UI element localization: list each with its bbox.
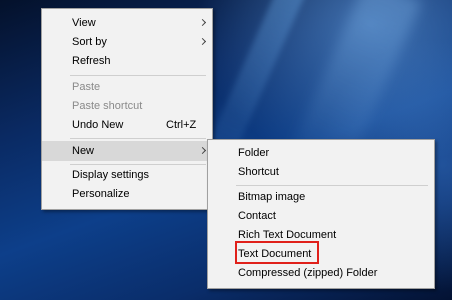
submenu-item-label: Folder — [238, 147, 270, 159]
submenu-item-bitmap-image[interactable]: Bitmap image — [208, 188, 434, 207]
desktop-context-menu: View Sort by Refresh Paste Paste shortcu… — [41, 8, 213, 210]
menu-item-paste-shortcut: Paste shortcut — [42, 97, 212, 116]
menu-item-label: Paste — [72, 81, 101, 93]
menu-item-sort-by[interactable]: Sort by — [42, 33, 212, 52]
menu-item-label: Paste shortcut — [72, 100, 143, 112]
menu-item-undo-new[interactable]: Undo New Ctrl+Z — [42, 116, 212, 135]
menu-item-refresh[interactable]: Refresh — [42, 52, 212, 71]
menu-item-view[interactable]: View — [42, 14, 212, 33]
menu-item-label: Display settings — [72, 169, 150, 181]
menu-item-label: New — [72, 145, 95, 157]
new-submenu: Folder Shortcut Bitmap image Contact Ric… — [207, 139, 435, 289]
menu-item-label: Undo New — [72, 119, 124, 131]
menu-item-label: Personalize — [72, 188, 130, 200]
menu-separator — [70, 164, 206, 165]
submenu-item-shortcut[interactable]: Shortcut — [208, 163, 434, 182]
menu-item-label: Sort by — [72, 36, 107, 48]
submenu-item-contact[interactable]: Contact — [208, 207, 434, 226]
menu-item-paste: Paste — [42, 78, 212, 97]
menu-item-label: Refresh — [72, 55, 111, 67]
submenu-item-folder[interactable]: Folder — [208, 144, 434, 163]
text-document-highlight-box — [235, 241, 319, 264]
submenu-item-label: Contact — [238, 210, 276, 222]
submenu-item-label: Bitmap image — [238, 191, 306, 203]
menu-item-new[interactable]: New — [42, 141, 212, 161]
menu-separator — [70, 75, 206, 76]
submenu-item-label: Shortcut — [238, 166, 279, 178]
chevron-right-icon — [198, 18, 207, 27]
submenu-item-label: Compressed (zipped) Folder — [238, 267, 378, 279]
menu-separator — [70, 138, 206, 139]
submenu-item-compressed-folder[interactable]: Compressed (zipped) Folder — [208, 264, 434, 283]
chevron-right-icon — [198, 37, 207, 46]
menu-item-display-settings[interactable]: Display settings — [42, 166, 212, 185]
menu-separator — [236, 185, 428, 186]
menu-item-label: View — [72, 17, 96, 29]
menu-item-personalize[interactable]: Personalize — [42, 185, 212, 204]
chevron-right-icon — [198, 146, 207, 155]
menu-item-shortcut: Ctrl+Z — [166, 119, 197, 131]
